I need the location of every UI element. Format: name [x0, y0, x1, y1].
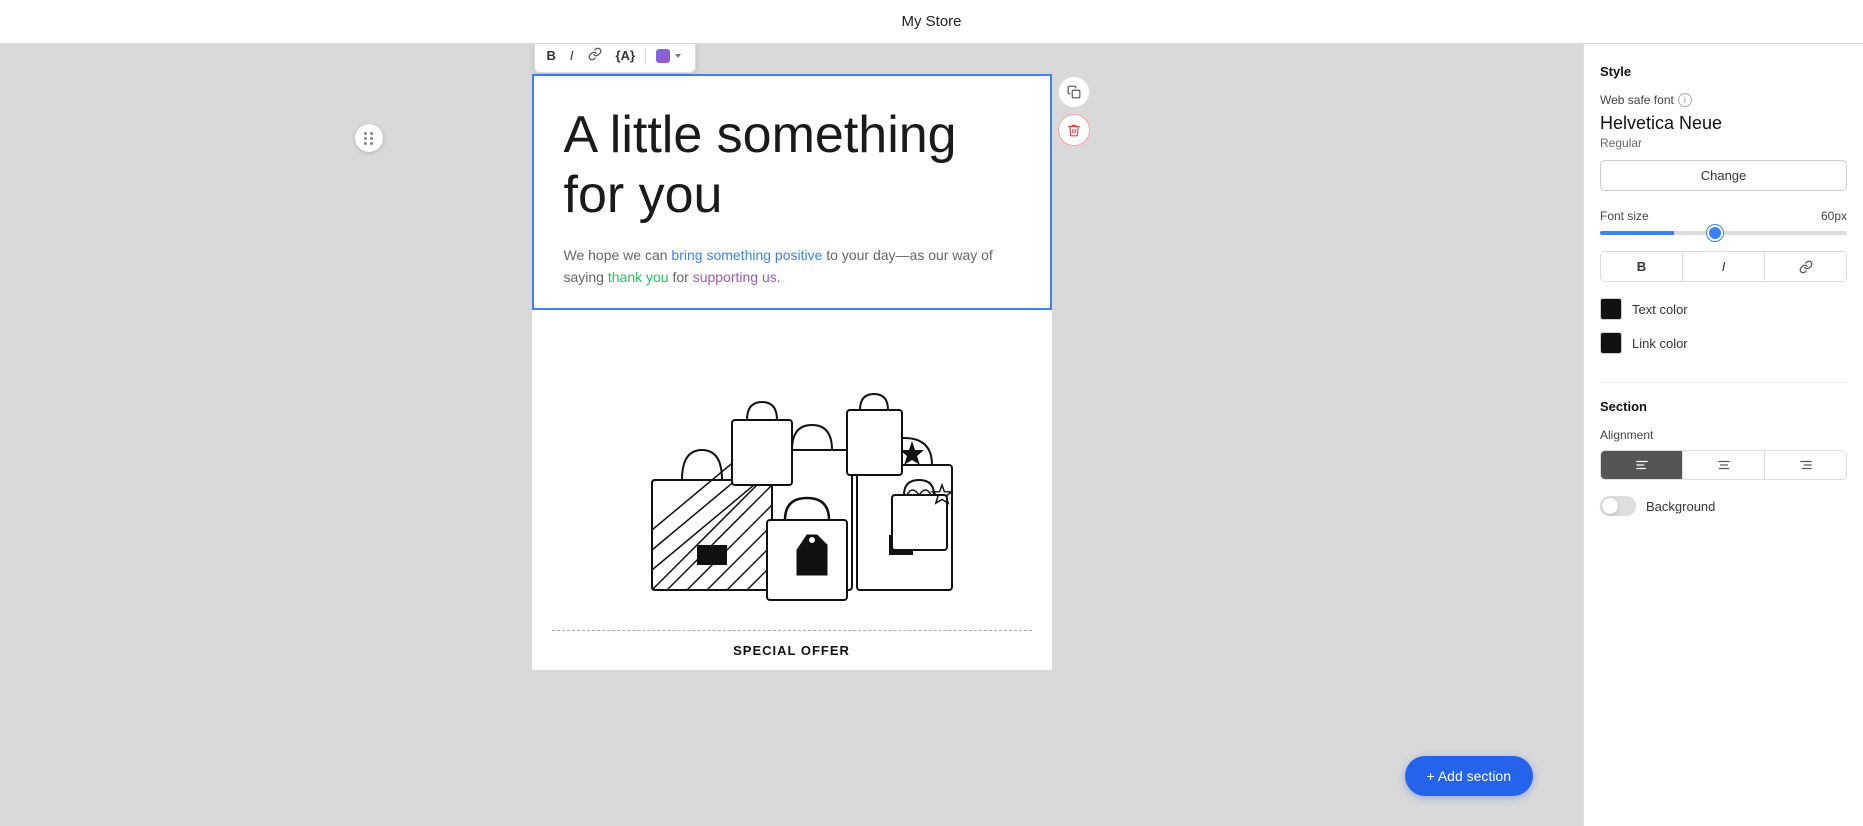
panel-divider	[1600, 382, 1847, 383]
font-size-row: Font size 60px	[1600, 209, 1847, 223]
font-size-slider[interactable]	[1600, 231, 1847, 235]
highlight-green: thank you	[608, 269, 669, 285]
text-color-swatch[interactable]	[1600, 298, 1622, 320]
toolbar-variable-button[interactable]: {A}	[610, 44, 642, 67]
highlight-blue: bring something positive	[671, 247, 822, 263]
section-title: Section	[1600, 399, 1847, 414]
toolbar-bold-button[interactable]: B	[541, 44, 562, 67]
change-font-button[interactable]: Change	[1600, 160, 1847, 191]
toolbar-italic-button[interactable]: I	[564, 44, 580, 67]
duplicate-block-button[interactable]	[1058, 76, 1090, 108]
text-toolbar: B I {A}	[534, 44, 697, 73]
top-bar: My Store	[0, 0, 1863, 44]
toolbar-ai-button[interactable]	[650, 45, 689, 67]
delete-block-button[interactable]	[1058, 114, 1090, 146]
shopping-illustration	[592, 320, 992, 620]
add-section-button[interactable]: + Add section	[1405, 756, 1533, 796]
alignment-label: Alignment	[1600, 428, 1847, 442]
add-section-label: + Add section	[1427, 768, 1511, 784]
style-section-title: Style	[1600, 64, 1847, 79]
align-left-button[interactable]	[1601, 451, 1683, 479]
store-title: My Store	[901, 13, 961, 30]
web-safe-font-label: Web safe font i	[1600, 93, 1692, 107]
text-color-row: Text color	[1600, 298, 1847, 320]
font-name: Helvetica Neue	[1600, 113, 1847, 134]
toolbar-divider	[645, 48, 646, 64]
background-row: Background	[1600, 496, 1847, 516]
email-preview: B I {A}	[532, 74, 1052, 670]
text-block: B I {A}	[532, 74, 1052, 310]
font-size-value: 60px	[1821, 209, 1847, 223]
font-style: Regular	[1600, 136, 1847, 150]
font-size-label: Font size	[1600, 209, 1649, 223]
main-layout: B I {A}	[0, 44, 1863, 826]
text-color-label: Text color	[1632, 302, 1688, 317]
ai-icon	[656, 49, 670, 63]
special-offer-label: SPECIAL OFFER	[532, 631, 1052, 670]
link-color-label: Link color	[1632, 336, 1688, 351]
text-body: We hope we can bring something positive …	[564, 244, 1020, 289]
align-right-button[interactable]	[1765, 451, 1846, 479]
bold-format-button[interactable]: B	[1601, 252, 1683, 281]
right-panel: Style Web safe font i Helvetica Neue Reg…	[1583, 44, 1863, 826]
image-block	[532, 310, 1052, 630]
background-toggle[interactable]	[1600, 496, 1636, 516]
text-heading[interactable]: A little something for you	[564, 106, 1020, 226]
toolbar-link-button[interactable]	[582, 44, 608, 68]
font-label-row: Web safe font i	[1600, 93, 1847, 107]
drag-handle[interactable]	[355, 124, 383, 152]
drag-handle-dots	[364, 132, 374, 145]
italic-format-button[interactable]: I	[1683, 252, 1765, 281]
align-center-button[interactable]	[1683, 451, 1765, 479]
link-format-button[interactable]	[1765, 252, 1846, 281]
link-color-swatch[interactable]	[1600, 332, 1622, 354]
canvas-area: B I {A}	[0, 44, 1583, 826]
alignment-row	[1600, 450, 1847, 480]
info-icon[interactable]: i	[1678, 93, 1692, 107]
format-row: B I	[1600, 251, 1847, 282]
text-block-actions	[1058, 76, 1090, 146]
link-color-row: Link color	[1600, 332, 1847, 354]
highlight-purple: supporting us	[693, 269, 777, 285]
background-label: Background	[1646, 499, 1715, 514]
